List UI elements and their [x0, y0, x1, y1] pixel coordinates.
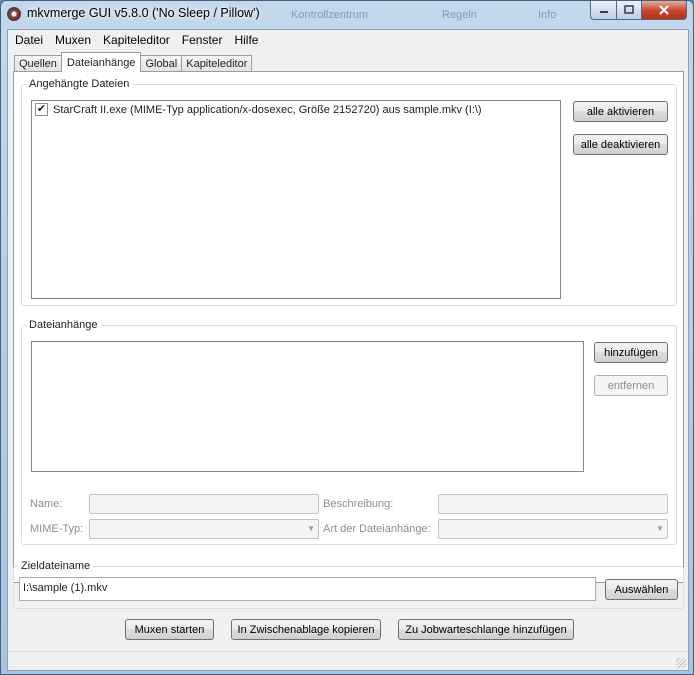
name-label: Name: — [30, 498, 63, 510]
close-icon — [659, 5, 669, 15]
description-label: Beschreibung: — [323, 498, 394, 510]
attached-file-checkbox[interactable]: ✔ — [35, 103, 48, 116]
remove-attachment-button[interactable]: entfernen — [594, 375, 668, 396]
maximize-icon — [624, 5, 634, 14]
copy-to-clipboard-button[interactable]: In Zwischenablage kopieren — [231, 619, 381, 640]
close-button[interactable] — [641, 1, 687, 20]
tab-quellen[interactable]: Quellen — [14, 55, 62, 72]
description-field[interactable] — [438, 494, 668, 514]
divider — [31, 482, 668, 483]
window-title: mkvmerge GUI v5.8.0 ('No Sleep / Pillow'… — [27, 6, 260, 20]
resize-grip-icon[interactable] — [676, 658, 686, 668]
add-to-job-queue-button[interactable]: Zu Jobwarteschlange hinzufügen — [398, 619, 574, 640]
main-window: mkvmerge GUI v5.8.0 ('No Sleep / Pillow'… — [0, 0, 694, 675]
attachments-legend: Dateianhänge — [29, 319, 98, 331]
maximize-button[interactable] — [616, 1, 642, 20]
attached-files-legend: Angehängte Dateien — [29, 78, 130, 90]
tab-dateianhaenge[interactable]: Dateianhänge — [60, 52, 142, 72]
attachment-type-label: Art der Dateianhänge: — [323, 523, 431, 535]
add-attachment-button[interactable]: hinzufügen — [594, 342, 668, 363]
start-muxing-button[interactable]: Muxen starten — [125, 619, 214, 640]
menu-bar: Datei Muxen Kapiteleditor Fenster Hilfe — [8, 30, 688, 49]
title-bar[interactable]: mkvmerge GUI v5.8.0 ('No Sleep / Pillow'… — [1, 1, 693, 29]
tab-strip: Quellen Dateianhänge Global Kapiteledito… — [14, 52, 253, 72]
background-window-text: Info — [538, 9, 557, 21]
disable-all-button[interactable]: alle deaktivieren — [573, 134, 668, 155]
chevron-down-icon: ▼ — [307, 524, 315, 533]
name-field[interactable] — [89, 494, 319, 514]
menu-hilfe[interactable]: Hilfe — [228, 33, 264, 47]
mkvmerge-app-icon[interactable] — [7, 7, 21, 21]
attached-file-label: StarCraft II.exe (MIME-Typ application/x… — [53, 103, 482, 116]
background-window-text: Regeln — [442, 9, 477, 21]
browse-button[interactable]: Auswählen — [605, 579, 678, 600]
menu-fenster[interactable]: Fenster — [176, 33, 229, 47]
attachments-list[interactable] — [31, 341, 584, 472]
tab-kapiteleditor[interactable]: Kapiteleditor — [181, 55, 253, 72]
output-filename-field[interactable]: I:\sample (1).mkv — [19, 577, 596, 601]
status-bar — [8, 651, 688, 670]
menu-kapiteleditor[interactable]: Kapiteleditor — [97, 33, 176, 47]
attachment-type-select[interactable]: ▼ — [438, 519, 668, 539]
minimize-icon — [599, 11, 608, 13]
background-window-text: Kontrollzentrum — [291, 9, 369, 21]
chevron-down-icon: ▼ — [656, 524, 664, 533]
menu-muxen[interactable]: Muxen — [49, 33, 97, 47]
mime-type-select[interactable]: ▼ — [89, 519, 319, 539]
enable-all-button[interactable]: alle aktivieren — [573, 101, 668, 122]
output-file-legend: Zieldateiname — [21, 560, 91, 572]
attached-files-list[interactable]: ✔ StarCraft II.exe (MIME-Typ application… — [31, 100, 561, 299]
mime-type-label: MIME-Typ: — [30, 523, 84, 535]
list-item[interactable]: ✔ StarCraft II.exe (MIME-Typ application… — [35, 103, 482, 116]
attachments-tab-page: Angehängte Dateien ✔ StarCraft II.exe (M… — [13, 71, 684, 583]
tab-global[interactable]: Global — [140, 55, 183, 72]
minimize-button[interactable] — [590, 1, 617, 20]
window-client-area: Datei Muxen Kapiteleditor Fenster Hilfe … — [7, 29, 689, 671]
menu-datei[interactable]: Datei — [9, 33, 49, 47]
